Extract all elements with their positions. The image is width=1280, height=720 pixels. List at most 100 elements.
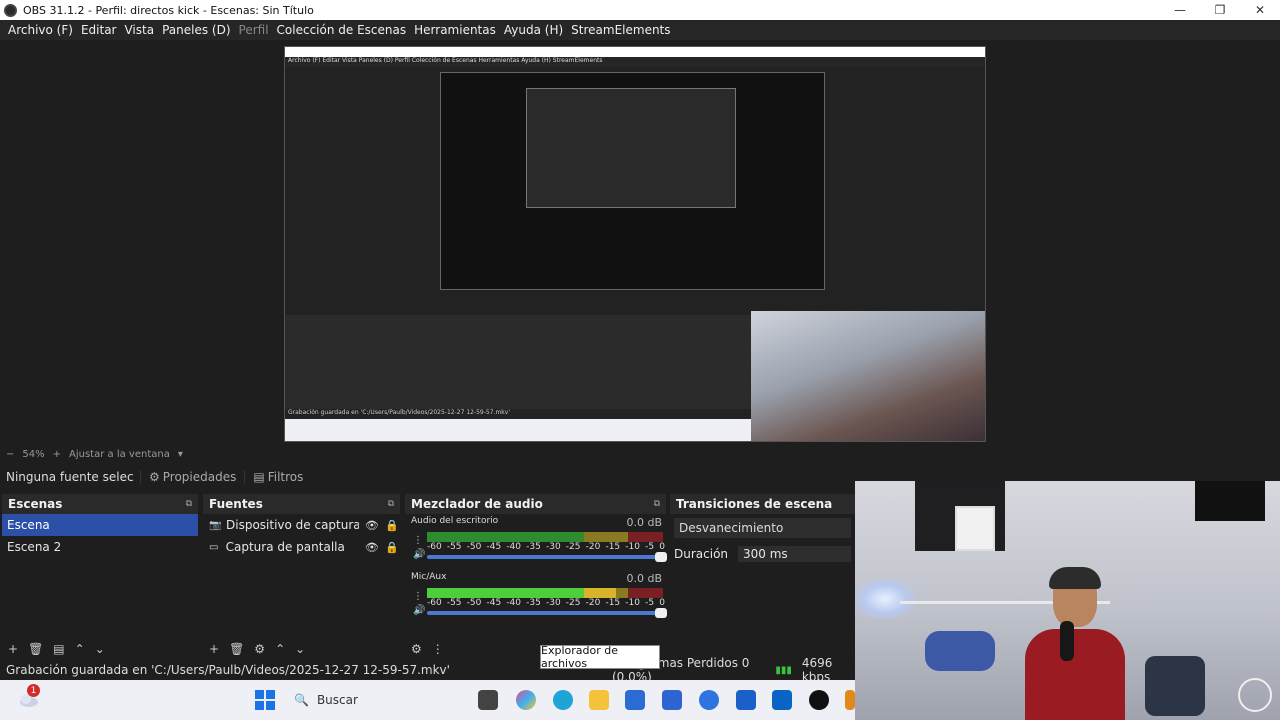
transition-select[interactable]: Desvanecimiento [674,518,851,538]
outlook-icon[interactable] [772,690,792,710]
streamer [1015,567,1135,720]
windows-taskbar: 1 🔍 Buscar [0,680,855,720]
scene-item[interactable]: Escena [2,514,198,536]
chevron-up-icon[interactable]: ⌃ [275,642,285,656]
duration-row: Duración 300 ms [670,542,855,566]
menu-perfil[interactable]: Perfil [235,23,273,37]
signal-bars-icon: ▮▮▮ [775,664,792,676]
track-db: 0.0 dB [626,572,662,585]
dock-undock-icon[interactable]: ⧉ [388,499,394,509]
no-source-selected-label: Ninguna fuente selec [6,470,134,484]
eye-icon[interactable]: 👁 [364,519,379,532]
speaker-icon[interactable]: 🔊 [413,548,425,562]
app-icon[interactable] [845,690,855,710]
menu-paneles[interactable]: Paneles (D) [158,23,234,37]
properties-label: Propiedades [162,470,237,484]
close-button[interactable]: ✕ [1240,0,1280,20]
meter-level [584,588,616,598]
sources-dock: Fuentes ⧉ 📷 Dispositivo de captura de v … [203,494,400,660]
zoom-in-button[interactable]: + [53,449,61,460]
dock-undock-icon[interactable]: ⧉ [186,499,192,509]
kebab-menu-icon[interactable]: ⋮ [413,534,425,548]
minimize-button[interactable]: — [1160,0,1200,20]
track-name: Audio del escritorio [411,516,499,526]
menu-streamelements[interactable]: StreamElements [567,23,674,37]
add-icon[interactable]: + [209,642,219,656]
notification-badge: 1 [27,684,40,697]
windows-start-icon[interactable] [255,690,275,710]
preview-canvas[interactable]: Archivo (F) Editar Vista Paneles (D) Per… [284,46,986,442]
store-icon[interactable] [625,690,645,710]
duration-input[interactable]: 300 ms [738,546,851,562]
sources-dock-header: Fuentes ⧉ [203,494,400,514]
lock-icon[interactable]: 🔒 [385,519,400,532]
copilot-icon[interactable] [516,690,536,710]
mixer-track-mic: Mic/Aux 0.0 dB -60 -55 -50 -45 -40 -35 -30 -25-… [405,570,667,626]
tiktok-icon[interactable] [809,690,829,710]
chevron-down-icon[interactable]: ⌄ [95,642,105,656]
app-icon[interactable] [662,690,682,710]
source-name: Captura de pantalla [225,540,345,554]
status-bar: Grabación guardada en 'C:/Users/Paulb/Vi… [0,656,855,684]
speaker-icon[interactable]: 🔊 [413,604,425,618]
trash-icon[interactable]: 🗑 [229,642,244,656]
volume-slider[interactable] [427,608,667,618]
menu-vista[interactable]: Vista [120,23,158,37]
scene-item[interactable]: Escena 2 [2,536,198,558]
app-icon[interactable] [699,690,719,710]
taskbar-search[interactable]: 🔍 Buscar [288,688,472,712]
task-view-icon[interactable] [478,690,498,710]
zoom-app-icon[interactable] [736,690,756,710]
zoom-fit-dropdown[interactable]: Ajustar a la ventana [69,449,170,460]
meter-zone [427,532,585,542]
track-name: Mic/Aux [411,572,447,582]
sources-list: 📷 Dispositivo de captura de v 👁 🔒 ▭ Capt… [203,514,400,638]
filters-button[interactable]: ▤ Filtros [244,470,311,484]
streamer-cap [1049,567,1101,589]
advanced-audio-icon[interactable]: ⚙ [411,642,422,656]
duration-label: Duración [674,547,729,561]
nested-title-bar [285,47,985,57]
slider-knob[interactable] [655,552,667,562]
edge-icon[interactable] [553,690,573,710]
scenes-dock-header: Escenas ⧉ [2,494,198,514]
backpack [1145,656,1205,716]
menu-editar[interactable]: Editar [77,23,121,37]
mixer-title: Mezclador de audio [411,497,543,511]
menu-ayuda[interactable]: Ayuda (H) [500,23,567,37]
tooltip: Explorador de archivos [540,644,660,670]
source-item[interactable]: ▭ Captura de pantalla 👁 🔒 [203,536,400,558]
menu-bar: Archivo (F) Editar Vista Paneles (D) Per… [0,20,1280,40]
menu-coleccion-escenas[interactable]: Colección de Escenas [273,23,411,37]
nested-menu-bar: Archivo (F) Editar Vista Paneles (D) Per… [285,57,985,67]
trash-icon[interactable]: 🗑 [28,642,43,656]
source-toolbar: Ninguna fuente selec ⚙ Propiedades ▤ Fil… [0,466,855,488]
chevron-up-icon[interactable]: ⌃ [75,642,85,656]
track-db: 0.0 dB [626,516,662,529]
scenes-list: Escena Escena 2 [2,514,198,638]
source-item[interactable]: 📷 Dispositivo de captura de v 👁 🔒 [203,514,400,536]
gear-icon[interactable]: ⚙ [254,642,265,656]
zoom-value: 54% [22,448,45,460]
zoom-out-button[interactable]: − [6,449,14,460]
slider-knob[interactable] [655,608,667,618]
kebab-menu-icon[interactable]: ⋮ [432,642,444,656]
sources-toolbar: + 🗑 ⚙ ⌃ ⌄ [203,638,400,660]
lock-icon[interactable]: 🔒 [385,541,400,554]
dock-undock-icon[interactable]: ⧉ [654,499,660,509]
add-icon[interactable]: + [8,642,18,656]
maximize-button[interactable]: ❐ [1200,0,1240,20]
chevron-down-icon[interactable]: ▾ [178,449,183,460]
chevron-down-icon[interactable]: ⌄ [295,642,305,656]
properties-button[interactable]: ⚙ Propiedades [140,470,244,484]
kebab-menu-icon[interactable]: ⋮ [413,590,425,604]
volume-slider[interactable] [427,552,667,562]
transitions-dock-header: Transiciones de escena [670,494,855,514]
meter-zone [627,588,663,598]
file-explorer-icon[interactable] [589,690,609,710]
menu-herramientas[interactable]: Herramientas [410,23,500,37]
mixer-dock-header: Mezclador de audio ⧉ [405,494,666,514]
eye-icon[interactable]: 👁 [364,541,379,554]
filter-icon[interactable]: ▤ [53,642,64,656]
menu-archivo[interactable]: Archivo (F) [4,23,77,37]
